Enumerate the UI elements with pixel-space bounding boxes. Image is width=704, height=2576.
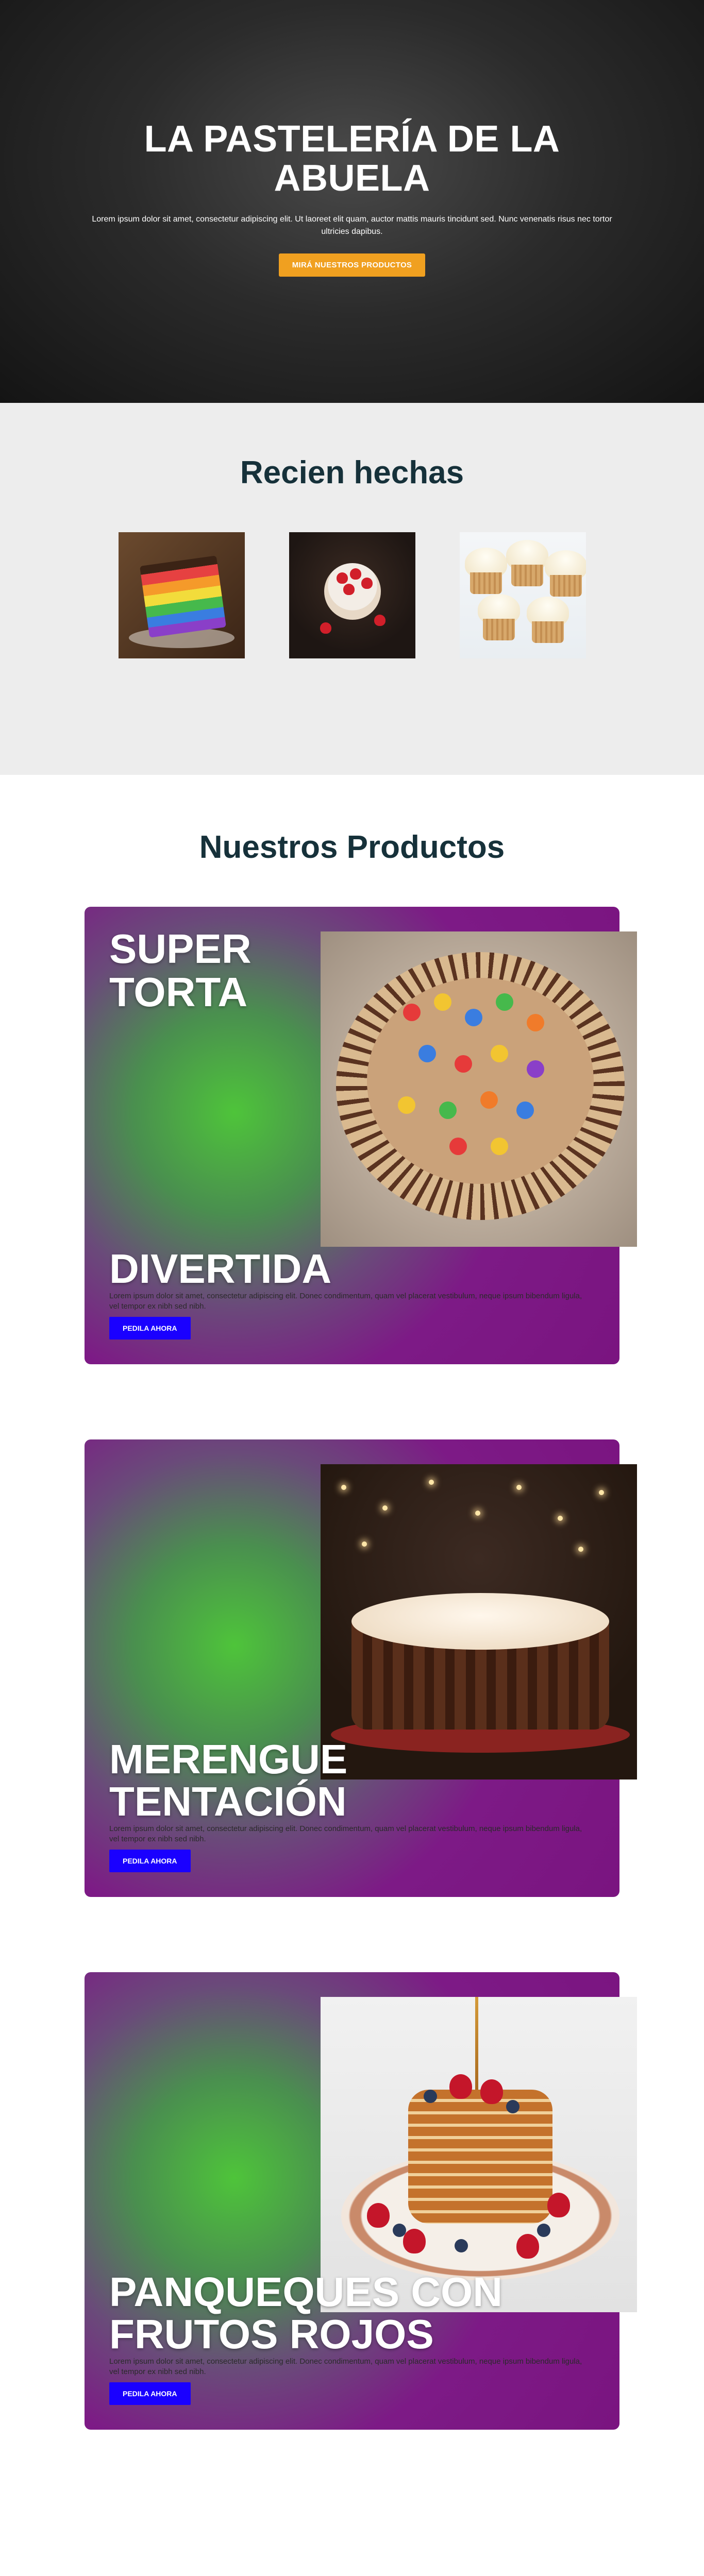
rainbow-cake-slice-image [118, 532, 245, 658]
order-now-button[interactable]: PEDILA AHORA [109, 1850, 191, 1872]
order-now-button[interactable]: PEDILA AHORA [109, 1317, 191, 1340]
recent-section: Recien hechas [0, 403, 704, 775]
product-card: SUPER TORTA DIVERTIDA Lorem ipsum dolor … [85, 907, 637, 1364]
product-card: PANQUEQUES CON FRUTOS ROJOS Lorem ipsum … [85, 1972, 637, 2430]
recent-gallery [0, 532, 704, 658]
cupcakes-image [459, 532, 586, 658]
products-title: Nuestros Productos [199, 829, 505, 865]
hero-section: LA PASTELERÍA DE LA ABUELA Lorem ipsum d… [0, 0, 704, 403]
product-title: PANQUEQUES CON FRUTOS ROJOS [109, 2269, 503, 2357]
product-title: DIVERTIDA [109, 1246, 332, 1292]
product-title: MERENGUE TENTACIÓN [109, 1736, 348, 1824]
product-description: Lorem ipsum dolor sit amet, consectetur … [109, 2357, 582, 2376]
hero-description: Lorem ipsum dolor sit amet, consectetur … [92, 215, 612, 236]
product-info: MERENGUE TENTACIÓN Lorem ipsum dolor sit… [109, 1738, 589, 1872]
view-products-button[interactable]: MIRÁ NUESTROS PRODUCTOS [278, 253, 426, 277]
product-card: MERENGUE TENTACIÓN Lorem ipsum dolor sit… [85, 1439, 637, 1897]
product-info: PANQUEQUES CON FRUTOS ROJOS Lorem ipsum … [109, 2271, 589, 2405]
product-top-title: SUPER TORTA [109, 926, 252, 1015]
recent-title: Recien hechas [240, 455, 464, 490]
hero-title: LA PASTELERÍA DE LA ABUELA [144, 118, 560, 199]
product-description: Lorem ipsum dolor sit amet, consectetur … [109, 1292, 582, 1311]
order-now-button[interactable]: PEDILA AHORA [109, 2382, 191, 2405]
product-info: DIVERTIDA Lorem ipsum dolor sit amet, co… [109, 1248, 589, 1340]
strawberry-cheesecake-image [289, 532, 415, 658]
berry-pancakes-image [321, 1997, 637, 2312]
candy-chocolate-cake-image [321, 931, 637, 1247]
products-section: Nuestros Productos SUPER TORTA DIVERTIDA… [0, 775, 704, 2507]
meringue-chocolate-cake-image [321, 1464, 637, 1780]
product-description: Lorem ipsum dolor sit amet, consectetur … [109, 1824, 582, 1843]
